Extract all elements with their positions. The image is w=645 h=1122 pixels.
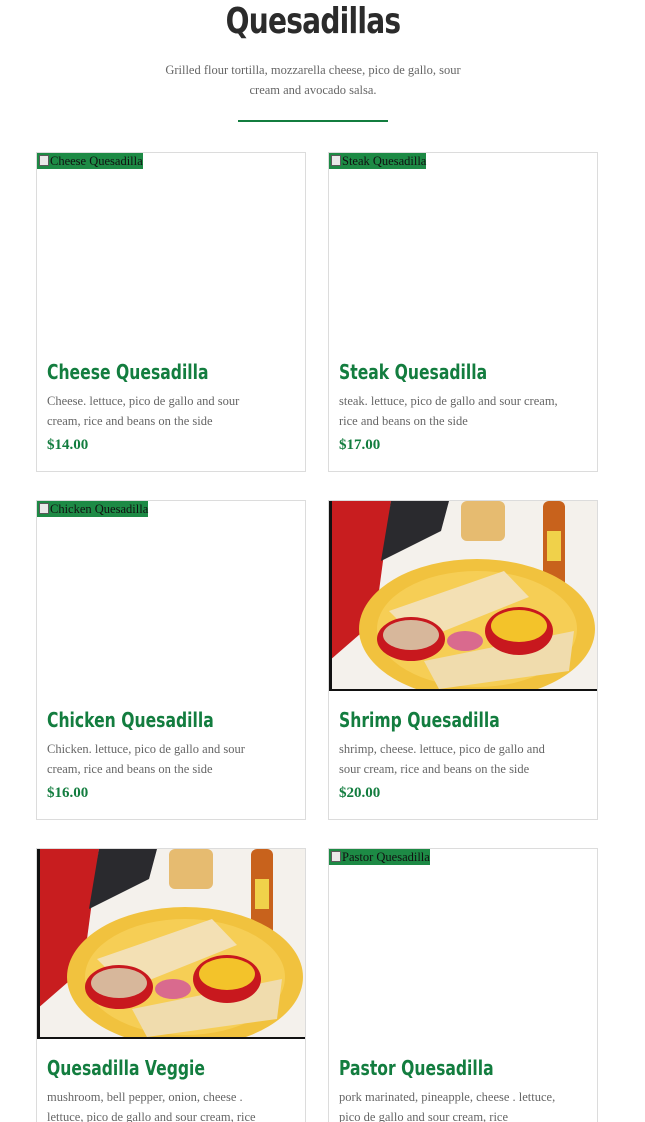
image-alt-text: Steak Quesadilla [342, 154, 427, 168]
item-photo[interactable] [37, 849, 305, 1039]
item-description: mushroom, bell pepper, onion, cheese . l… [47, 1090, 256, 1122]
item-name[interactable]: Shrimp Quesadilla [339, 707, 500, 733]
broken-image-icon [331, 851, 341, 862]
broken-image-placeholder: Steak Quesadilla [329, 153, 427, 169]
broken-image-icon [39, 503, 49, 514]
item-description: Chicken. lettuce, pico de gallo and sour… [47, 742, 245, 776]
item-image[interactable]: Chicken Quesadilla [37, 501, 305, 691]
image-alt-text: Cheese Quesadilla [50, 154, 143, 168]
broken-image-placeholder: Cheese Quesadilla [37, 153, 143, 169]
item-image[interactable]: Steak Quesadilla [329, 153, 597, 343]
broken-image-placeholder: Chicken Quesadilla [37, 501, 149, 517]
item-price: $14.00 [47, 437, 89, 453]
item-name[interactable]: Pastor Quesadilla [339, 1055, 494, 1081]
item-name[interactable]: Chicken Quesadilla [47, 707, 214, 733]
image-alt-text: Pastor Quesadilla [342, 850, 430, 864]
item-image[interactable]: Cheese Quesadilla [37, 153, 305, 343]
item-description: steak. lettuce, pico de gallo and sour c… [339, 394, 558, 428]
item-description: Cheese. lettuce, pico de gallo and sour … [47, 394, 240, 428]
broken-image-placeholder: Pastor Quesadilla [329, 849, 430, 865]
menu-item-card[interactable]: Cheese Quesadilla Cheese Quesadilla Chee… [36, 152, 306, 472]
broken-image-icon [331, 155, 341, 166]
item-price: $16.00 [47, 785, 89, 801]
menu-item-card[interactable]: Shrimp Quesadilla shrimp, cheese. lettuc… [328, 500, 598, 820]
item-name[interactable]: Steak Quesadilla [339, 359, 487, 385]
menu-item-card[interactable]: Steak Quesadilla Steak Quesadilla steak.… [328, 152, 598, 472]
title-divider [238, 120, 388, 122]
quesadilla-photo [37, 849, 305, 1039]
menu-item-card[interactable]: Pastor Quesadilla Pastor Quesadilla pork… [328, 848, 598, 1122]
page-title: Quesadillas [225, 1, 401, 42]
page-description: Grilled flour tortilla, mozzarella chees… [165, 63, 461, 97]
item-image[interactable]: Pastor Quesadilla [329, 849, 597, 1039]
menu-item-card[interactable]: Quesadilla Veggie mushroom, bell pepper,… [36, 848, 306, 1122]
item-name[interactable]: Cheese Quesadilla [47, 359, 209, 385]
item-name[interactable]: Quesadilla Veggie [47, 1055, 205, 1081]
item-description: shrimp, cheese. lettuce, pico de gallo a… [339, 742, 545, 776]
item-photo[interactable] [329, 501, 597, 691]
item-price: $17.00 [339, 437, 381, 453]
broken-image-icon [39, 155, 49, 166]
item-description: pork marinated, pineapple, cheese . lett… [339, 1090, 556, 1122]
menu-item-card[interactable]: Chicken Quesadilla Chicken Quesadilla Ch… [36, 500, 306, 820]
quesadilla-photo [329, 501, 597, 691]
item-price: $20.00 [339, 785, 381, 801]
image-alt-text: Chicken Quesadilla [50, 502, 149, 516]
